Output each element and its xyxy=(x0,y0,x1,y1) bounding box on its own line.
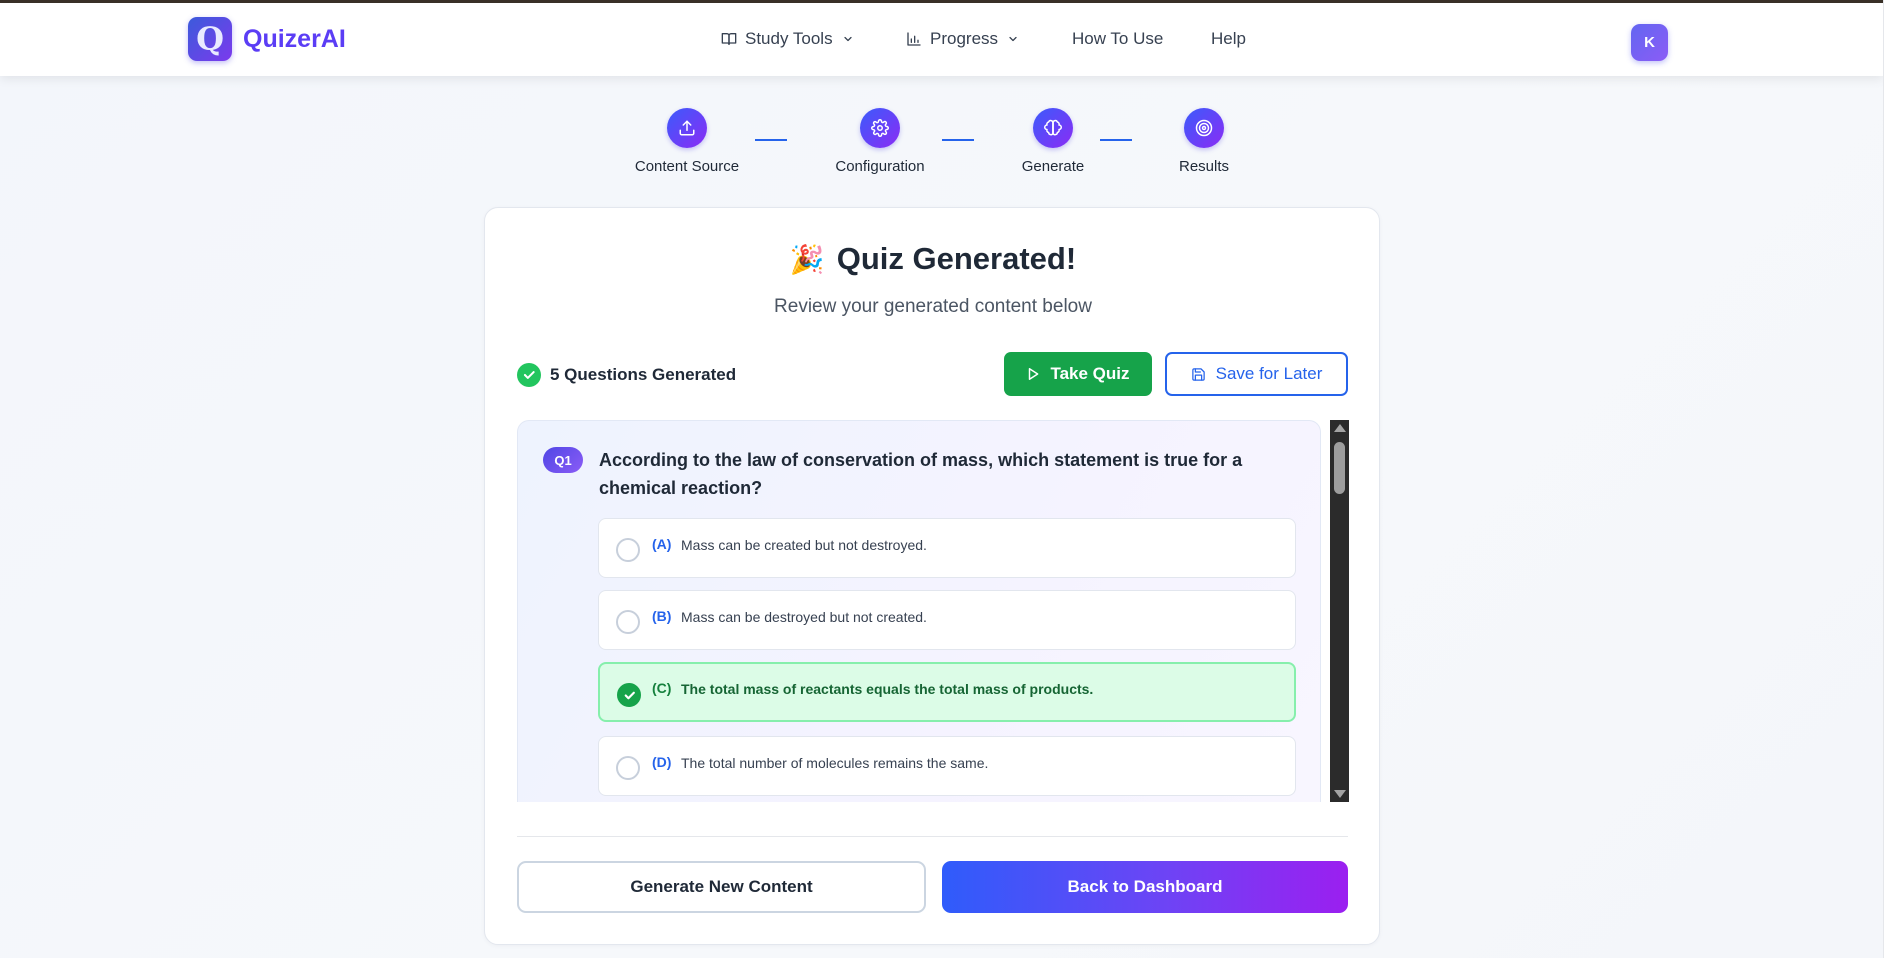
party-icon: 🎉 xyxy=(789,243,825,275)
play-icon xyxy=(1029,368,1039,380)
question-list-scrollbar[interactable] xyxy=(1330,420,1349,802)
step-content-source[interactable]: Content Source xyxy=(617,108,757,175)
question-list[interactable]: Q1 According to the law of conservation … xyxy=(517,420,1321,802)
step-label: Configuration xyxy=(835,158,925,175)
chevron-down-icon xyxy=(1009,36,1017,42)
results-title: 🎉 Quiz Generated! xyxy=(485,241,1381,277)
take-quiz-button[interactable]: Take Quiz xyxy=(1004,352,1152,396)
option-c-correct[interactable]: (C) The total mass of reactants equals t… xyxy=(598,662,1296,722)
nav-how-to-use[interactable]: How To Use xyxy=(1072,29,1163,49)
option-letter: (D) xyxy=(652,754,672,770)
option-letter: (C) xyxy=(652,680,672,696)
scrollbar-thumb[interactable] xyxy=(1334,442,1345,494)
scroll-down-arrow-icon[interactable] xyxy=(1334,790,1346,798)
radio-unchecked-icon[interactable] xyxy=(616,756,640,780)
scroll-up-arrow-icon[interactable] xyxy=(1334,424,1346,432)
step-label: Results xyxy=(1178,158,1230,175)
step-label: Generate xyxy=(1021,158,1085,175)
nav-help[interactable]: Help xyxy=(1211,29,1246,49)
user-avatar[interactable]: K xyxy=(1631,24,1668,61)
logo-letter: Q xyxy=(196,20,224,58)
take-quiz-label: Take Quiz xyxy=(1050,364,1130,383)
step-label: Content Source xyxy=(634,158,740,175)
radio-unchecked-icon[interactable] xyxy=(616,610,640,634)
step-connector xyxy=(942,139,974,141)
brand-name[interactable]: QuizerAI xyxy=(243,25,346,54)
save-for-later-button[interactable]: Save for Later xyxy=(1165,352,1348,396)
question-number-badge: Q1 xyxy=(543,447,583,473)
chevron-down-icon xyxy=(843,36,852,42)
option-d[interactable]: (D) The total number of molecules remain… xyxy=(598,736,1296,796)
nav-help-label: Help xyxy=(1211,29,1246,48)
nav-study-tools-label: Study Tools xyxy=(745,29,833,48)
generate-new-content-button[interactable]: Generate New Content xyxy=(517,861,926,913)
brain-icon xyxy=(1033,108,1073,148)
option-text: The total mass of reactants equals the t… xyxy=(681,681,1094,697)
option-text: Mass can be destroyed but not created. xyxy=(681,609,927,625)
option-letter: (B) xyxy=(652,608,672,624)
option-text: Mass can be created but not destroyed. xyxy=(681,537,927,553)
nav-progress-label: Progress xyxy=(930,29,999,48)
step-connector xyxy=(1100,139,1132,141)
step-generate[interactable]: Generate xyxy=(983,108,1123,175)
top-navbar: Q QuizerAI Study Tools Progress How To U… xyxy=(0,3,1883,76)
results-card: 🎉 Quiz Generated! Review your generated … xyxy=(484,207,1380,945)
radio-unchecked-icon[interactable] xyxy=(616,538,640,562)
page-scrollbar[interactable] xyxy=(1883,0,1889,958)
step-results[interactable]: Results xyxy=(1134,108,1274,175)
save-for-later-label: Save for Later xyxy=(1215,364,1323,383)
option-letter: (A) xyxy=(652,536,672,552)
book-icon xyxy=(721,33,737,45)
results-title-text: Quiz Generated! xyxy=(836,241,1077,276)
back-to-dashboard-button[interactable]: Back to Dashboard xyxy=(942,861,1348,913)
upload-icon xyxy=(667,108,707,148)
save-icon xyxy=(1191,367,1205,381)
option-text: The total number of molecules remains th… xyxy=(681,755,989,771)
gear-icon xyxy=(860,108,900,148)
check-circle-icon xyxy=(517,363,541,387)
bar-chart-icon xyxy=(907,32,921,46)
nav-how-to-use-label: How To Use xyxy=(1072,29,1164,48)
question-text: According to the law of conservation of … xyxy=(599,450,1243,498)
questions-generated-status: 5 Questions Generated xyxy=(517,363,736,387)
nav-progress[interactable]: Progress xyxy=(906,29,1019,49)
app-logo[interactable]: Q xyxy=(188,17,232,61)
option-a[interactable]: (A) Mass can be created but not destroye… xyxy=(598,518,1296,578)
nav-study-tools[interactable]: Study Tools xyxy=(721,29,854,49)
target-icon xyxy=(1184,108,1224,148)
questions-generated-label: 5 Questions Generated xyxy=(550,365,737,384)
divider xyxy=(517,836,1348,837)
check-circle-icon[interactable] xyxy=(617,683,641,707)
step-connector xyxy=(755,139,787,141)
option-b[interactable]: (B) Mass can be destroyed but not create… xyxy=(598,590,1296,650)
results-subtitle: Review your generated content below xyxy=(774,296,1092,317)
step-configuration[interactable]: Configuration xyxy=(810,108,950,175)
